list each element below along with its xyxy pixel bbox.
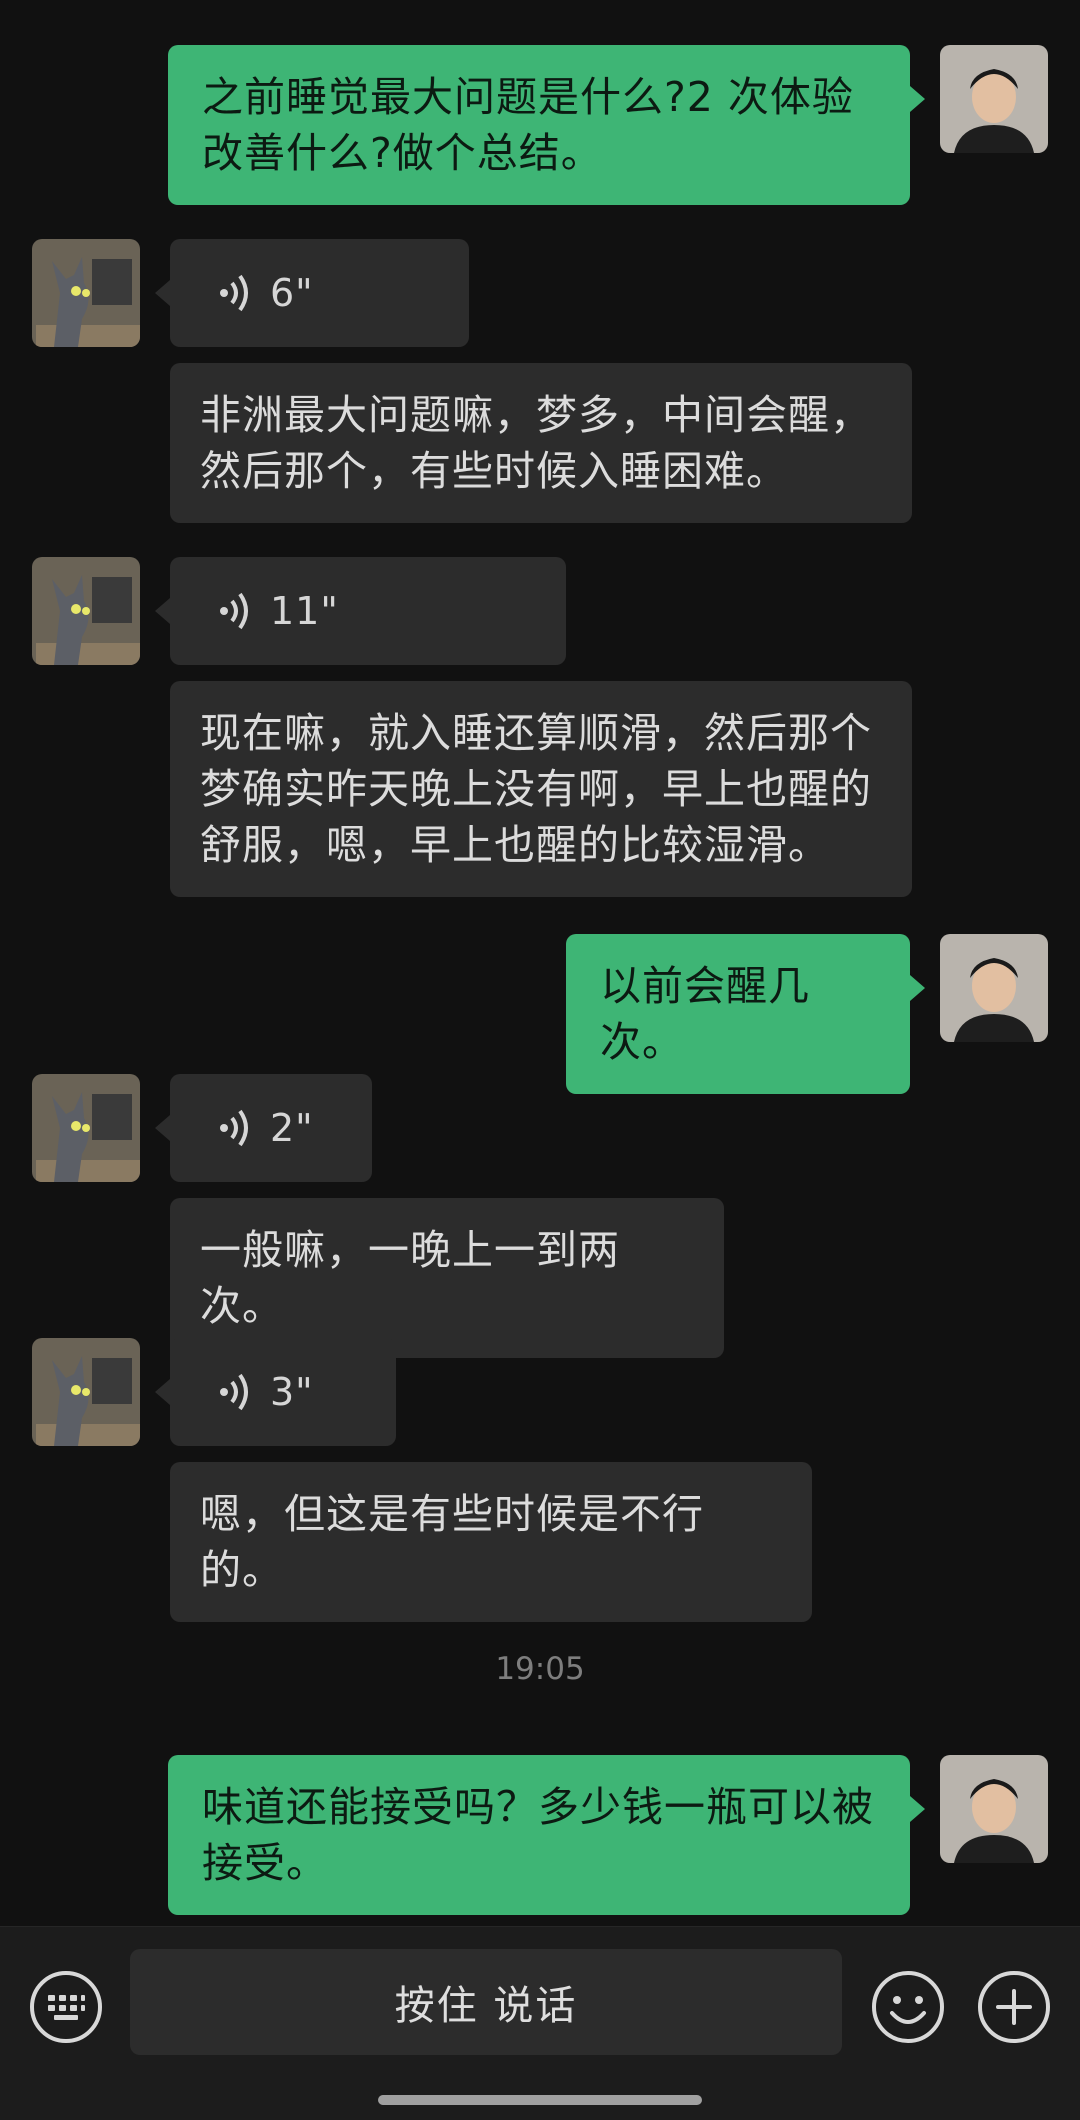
voice-wave-icon — [220, 592, 248, 630]
chat-timestamp: 19:05 — [495, 1651, 585, 1687]
message-bubble-sent[interactable]: 味道还能接受吗？多少钱一瓶可以被接受。 — [168, 1755, 910, 1915]
my-avatar[interactable] — [940, 45, 1048, 153]
plus-icon[interactable] — [976, 1969, 1052, 2045]
home-indicator[interactable] — [378, 2095, 702, 2105]
voice-transcript: 一般嘛，一晚上一到两次。 — [170, 1198, 724, 1358]
message-bubble-sent[interactable]: 之前睡觉最大问题是什么?2 次体验改善什么?做个总结。 — [168, 45, 910, 205]
voice-transcript: 现在嘛，就入睡还算顺滑，然后那个梦确实昨天晚上没有啊，早上也醒的舒服，嗯，早上也… — [170, 681, 912, 897]
voice-message-bubble[interactable]: 3" — [170, 1338, 396, 1446]
voice-message-bubble[interactable]: 2" — [170, 1074, 372, 1182]
voice-wave-icon — [220, 1109, 248, 1147]
contact-avatar[interactable] — [32, 1074, 140, 1182]
chat-area[interactable]: 之前睡觉最大问题是什么?2 次体验改善什么?做个总结。 6" 非洲最大问题嘛，梦… — [0, 0, 1080, 1926]
message-bubble-sent[interactable]: 以前会醒几次。 — [566, 934, 910, 1094]
voice-message-bubble[interactable]: 11" — [170, 557, 566, 665]
voice-transcript: 非洲最大问题嘛，梦多，中间会醒，然后那个，有些时候入睡困难。 — [170, 363, 912, 523]
voice-duration: 6" — [270, 271, 314, 315]
voice-message-bubble[interactable]: 6" — [170, 239, 469, 347]
voice-duration: 11" — [270, 589, 339, 633]
hold-to-talk-button[interactable]: 按住 说话 — [130, 1949, 842, 2055]
input-bar: 按住 说话 — [0, 1926, 1080, 2120]
contact-avatar[interactable] — [32, 557, 140, 665]
voice-transcript: 嗯，但这是有些时候是不行的。 — [170, 1462, 812, 1622]
contact-avatar[interactable] — [32, 1338, 140, 1446]
my-avatar[interactable] — [940, 1755, 1048, 1863]
voice-duration: 3" — [270, 1370, 314, 1414]
voice-wave-icon — [220, 1373, 248, 1411]
keyboard-icon[interactable] — [28, 1969, 104, 2045]
voice-duration: 2" — [270, 1106, 314, 1150]
contact-avatar[interactable] — [32, 239, 140, 347]
emoji-icon[interactable] — [870, 1969, 946, 2045]
voice-wave-icon — [220, 274, 248, 312]
my-avatar[interactable] — [940, 934, 1048, 1042]
